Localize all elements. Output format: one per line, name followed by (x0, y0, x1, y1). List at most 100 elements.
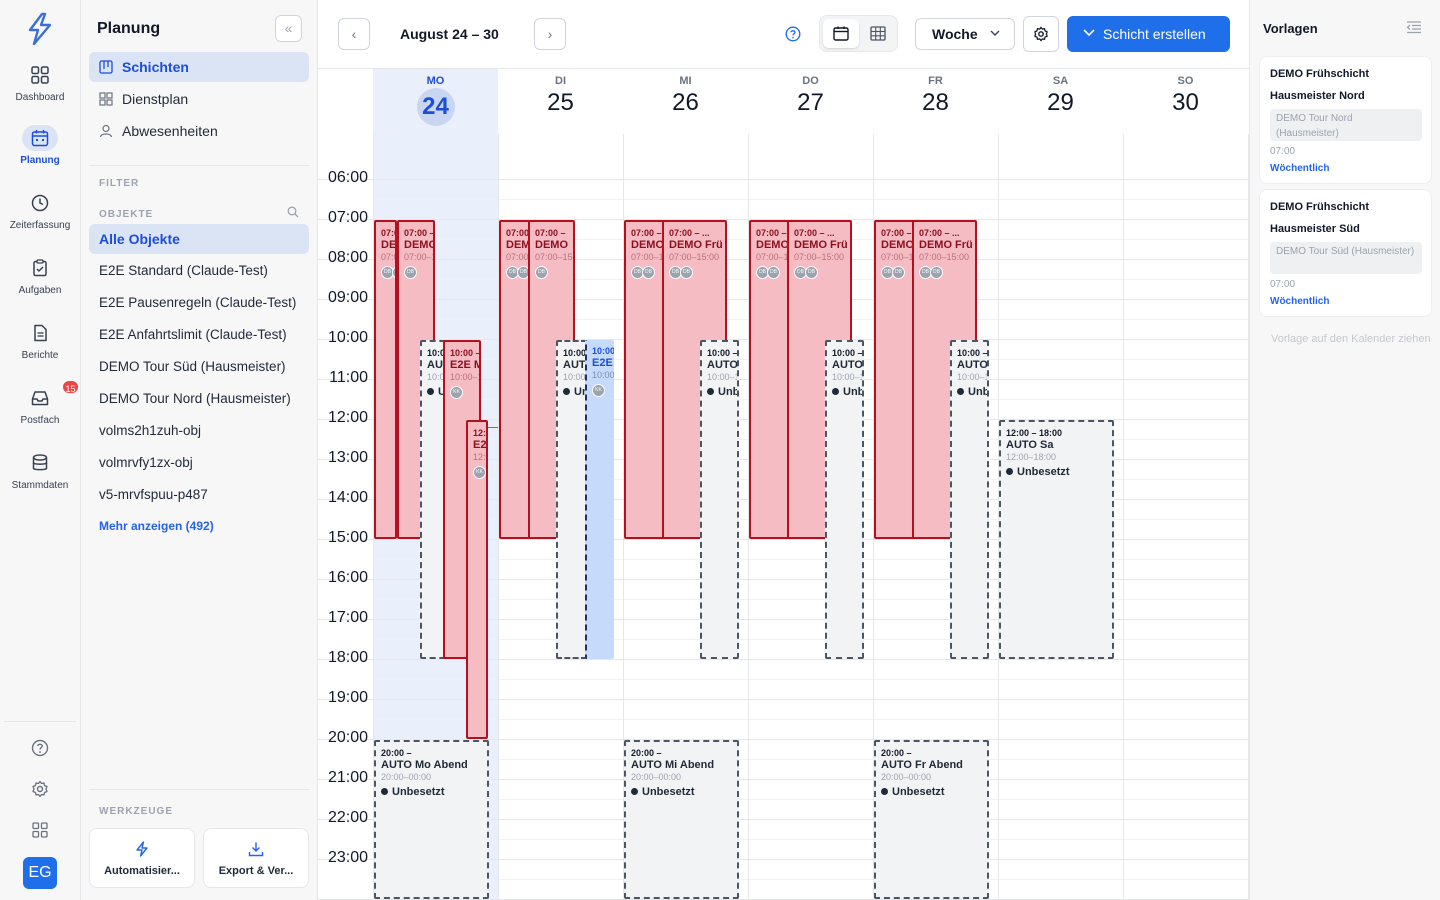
shift-name: DEMO (506, 239, 530, 251)
half-hour-gridline (373, 199, 1249, 200)
shift-time-range: 20:00 – (881, 748, 912, 758)
rail-item-label: Postfach (20, 415, 60, 426)
shift-times: 20:00–00:00 (381, 772, 432, 782)
shift-times: 07:00–15:00 (404, 252, 433, 262)
nav-item-abwesenheiten[interactable]: Abwesenheiten (89, 116, 309, 146)
rail-item-planung[interactable]: Planung (0, 125, 80, 181)
shift-time-range: 07:00 – ... (919, 228, 960, 238)
next-week-button[interactable]: › (534, 18, 566, 50)
day-header-do[interactable]: DO 27 (748, 69, 873, 134)
export-button[interactable]: Export & Ver... (203, 828, 309, 888)
shift-time-range: 10:00 – (592, 346, 614, 356)
shift-block[interactable]: 20:00 – AUTO Mi Abend 20:00–00:00 Unbesetzt (624, 740, 739, 899)
rail-item-stammdaten[interactable]: Stammdaten (0, 450, 80, 506)
object-item[interactable]: volmrvfy1zx-obj (89, 448, 309, 478)
shift-block[interactable]: 07:00 –DEMO07:00–15:00DBDB (624, 220, 665, 539)
shift-times: 07:00–15:00 (881, 252, 913, 262)
day-number: 27 (797, 89, 824, 116)
show-more-objects-link[interactable]: Mehr anzeigen (492) (99, 519, 214, 533)
help-button[interactable] (0, 734, 80, 764)
object-item[interactable]: DEMO Tour Süd (Hausmeister) (89, 352, 309, 382)
database-icon (32, 454, 48, 471)
half-hour-gridline (373, 799, 1249, 800)
rail-item-postfach[interactable]: 15 Postfach (0, 379, 80, 441)
object-item[interactable]: v5-mrvfspuu-p487 (89, 480, 309, 510)
shift-status: Unbesetzt (702, 383, 737, 398)
date-range-label: August 24 – 30 (400, 26, 499, 42)
shift-name: DEMO Frü (919, 239, 973, 251)
shift-times: 07:00–15:00 (631, 252, 663, 262)
previous-week-button[interactable]: ‹ (338, 18, 370, 50)
object-item[interactable]: volms2h1zuh-obj (89, 416, 309, 446)
day-header-mi[interactable]: MI 26 (623, 69, 748, 134)
shift-block[interactable]: 10:00 –E2E10:00–18:00 KK (585, 340, 614, 659)
view-period-value: Woche (932, 26, 978, 42)
calendar-icon (31, 130, 49, 147)
shift-block[interactable]: 20:00 – AUTO Mo Abend 20:00–00:00 Unbesetzt (374, 740, 489, 899)
object-item[interactable]: E2E Pausenregeln (Claude-Test) (89, 288, 309, 318)
object-item[interactable]: E2E Standard (Claude-Test) (89, 256, 309, 286)
rail-item-dashboard[interactable]: Dashboard (0, 62, 80, 118)
nav-item-dienstplan[interactable]: Dienstplan (89, 84, 309, 114)
day-of-week: FR (928, 75, 943, 87)
template-card[interactable]: DEMO Frühschicht Hausmeister Nord DEMO T… (1259, 56, 1432, 184)
template-card[interactable]: DEMO Frühschicht Hausmeister Süd DEMO To… (1259, 189, 1432, 317)
shift-name: E2E (592, 357, 613, 369)
grid-icon (99, 92, 113, 106)
object-item[interactable]: Alle Objekte (89, 224, 309, 254)
shift-block[interactable]: 12:00 – 18:00 AUTO Sa 12:00–18:00 Unbesetzt (999, 420, 1114, 659)
object-item[interactable]: DEMO Tour Nord (Hausmeister) (89, 384, 309, 414)
shift-block[interactable]: 07:00DEMO07:00–15:00DBDB (374, 220, 397, 539)
help-circle-icon[interactable] (785, 26, 801, 42)
object-item[interactable]: E2E Anfahrtslimit (Claude-Test) (89, 320, 309, 350)
filter-label: FILTER (99, 178, 140, 189)
clock-icon (31, 194, 49, 212)
settings-button[interactable] (0, 775, 80, 805)
shift-block[interactable]: 10:00 –AUTO10:00–18:00Unbesetzt (825, 340, 864, 659)
rail-divider (4, 721, 76, 722)
rail-item-label: Zeiterfassung (9, 220, 71, 231)
automation-button[interactable]: Automatisier... (89, 828, 195, 888)
shift-times: 20:00–00:00 (881, 772, 932, 782)
assignee-avatars: KK (468, 463, 486, 479)
table-view-button[interactable] (860, 19, 896, 48)
shift-times: 10:00–18:00 (832, 372, 862, 382)
shift-block[interactable]: 10:00 –AUTO10:00–18:00Unbesetzt (700, 340, 739, 659)
hour-label: 19:00 (327, 689, 368, 706)
shift-block[interactable]: 07:00 –DEMO07:00–15:00DBDB (874, 220, 915, 539)
day-header-so[interactable]: SO 30 (1123, 69, 1248, 134)
apps-button[interactable] (0, 817, 80, 847)
automation-label: Automatisier... (104, 865, 180, 877)
tools-label: WERKZEUGE (99, 806, 173, 817)
day-header-di[interactable]: DI 25 (498, 69, 623, 134)
collapse-sidebar-button[interactable]: « (275, 15, 302, 42)
collapse-panel-icon[interactable] (1406, 20, 1422, 34)
shift-block[interactable]: 20:00 – AUTO Fr Abend 20:00–00:00 Unbesetzt (874, 740, 989, 899)
rail-item-label: Planung (20, 155, 60, 166)
shift-status: Unbesetzt (1001, 463, 1112, 478)
user-avatar[interactable]: EG (23, 857, 57, 889)
shift-block[interactable]: 07:00 –DEMO07:00–15:00DBDB (749, 220, 790, 539)
rail-item-berichte[interactable]: Berichte (0, 320, 80, 376)
search-icon[interactable] (287, 206, 299, 218)
calendar-view-button[interactable] (823, 19, 859, 48)
day-header-fr[interactable]: FR 28 (873, 69, 998, 134)
day-header-sa[interactable]: SA 29 (998, 69, 1123, 134)
half-hour-gridline (373, 679, 1249, 680)
shift-status: Unbesetzt (827, 383, 862, 398)
rail-item-aufgaben[interactable]: Aufgaben (0, 255, 80, 311)
rail-item-zeiterfassung[interactable]: Zeiterfassung (0, 190, 80, 246)
shift-block[interactable]: 10:00 –AUTO10:00–18:00Unbesetzt (950, 340, 989, 659)
nav-item-schichten[interactable]: Schichten (89, 52, 309, 82)
shift-block[interactable]: 07:00 –DEMO07:00–15:00DBDB (499, 220, 530, 539)
day-header-mo[interactable]: MO 24 (373, 69, 498, 134)
calendar-settings-button[interactable] (1023, 16, 1059, 52)
hour-label: 17:00 (327, 609, 368, 626)
day-number: 25 (547, 89, 574, 116)
template-title: DEMO Frühschicht (1270, 68, 1370, 80)
shift-name: E2E (473, 439, 487, 451)
shift-block[interactable]: 12:00E2E12:00–20:00 KK (466, 420, 488, 739)
view-period-select[interactable]: Woche (915, 18, 1015, 50)
shift-block[interactable]: 10:00 –AUTO10:00–18:00Unbesetzt (556, 340, 587, 659)
create-shift-button[interactable]: Schicht erstellen (1067, 16, 1230, 52)
